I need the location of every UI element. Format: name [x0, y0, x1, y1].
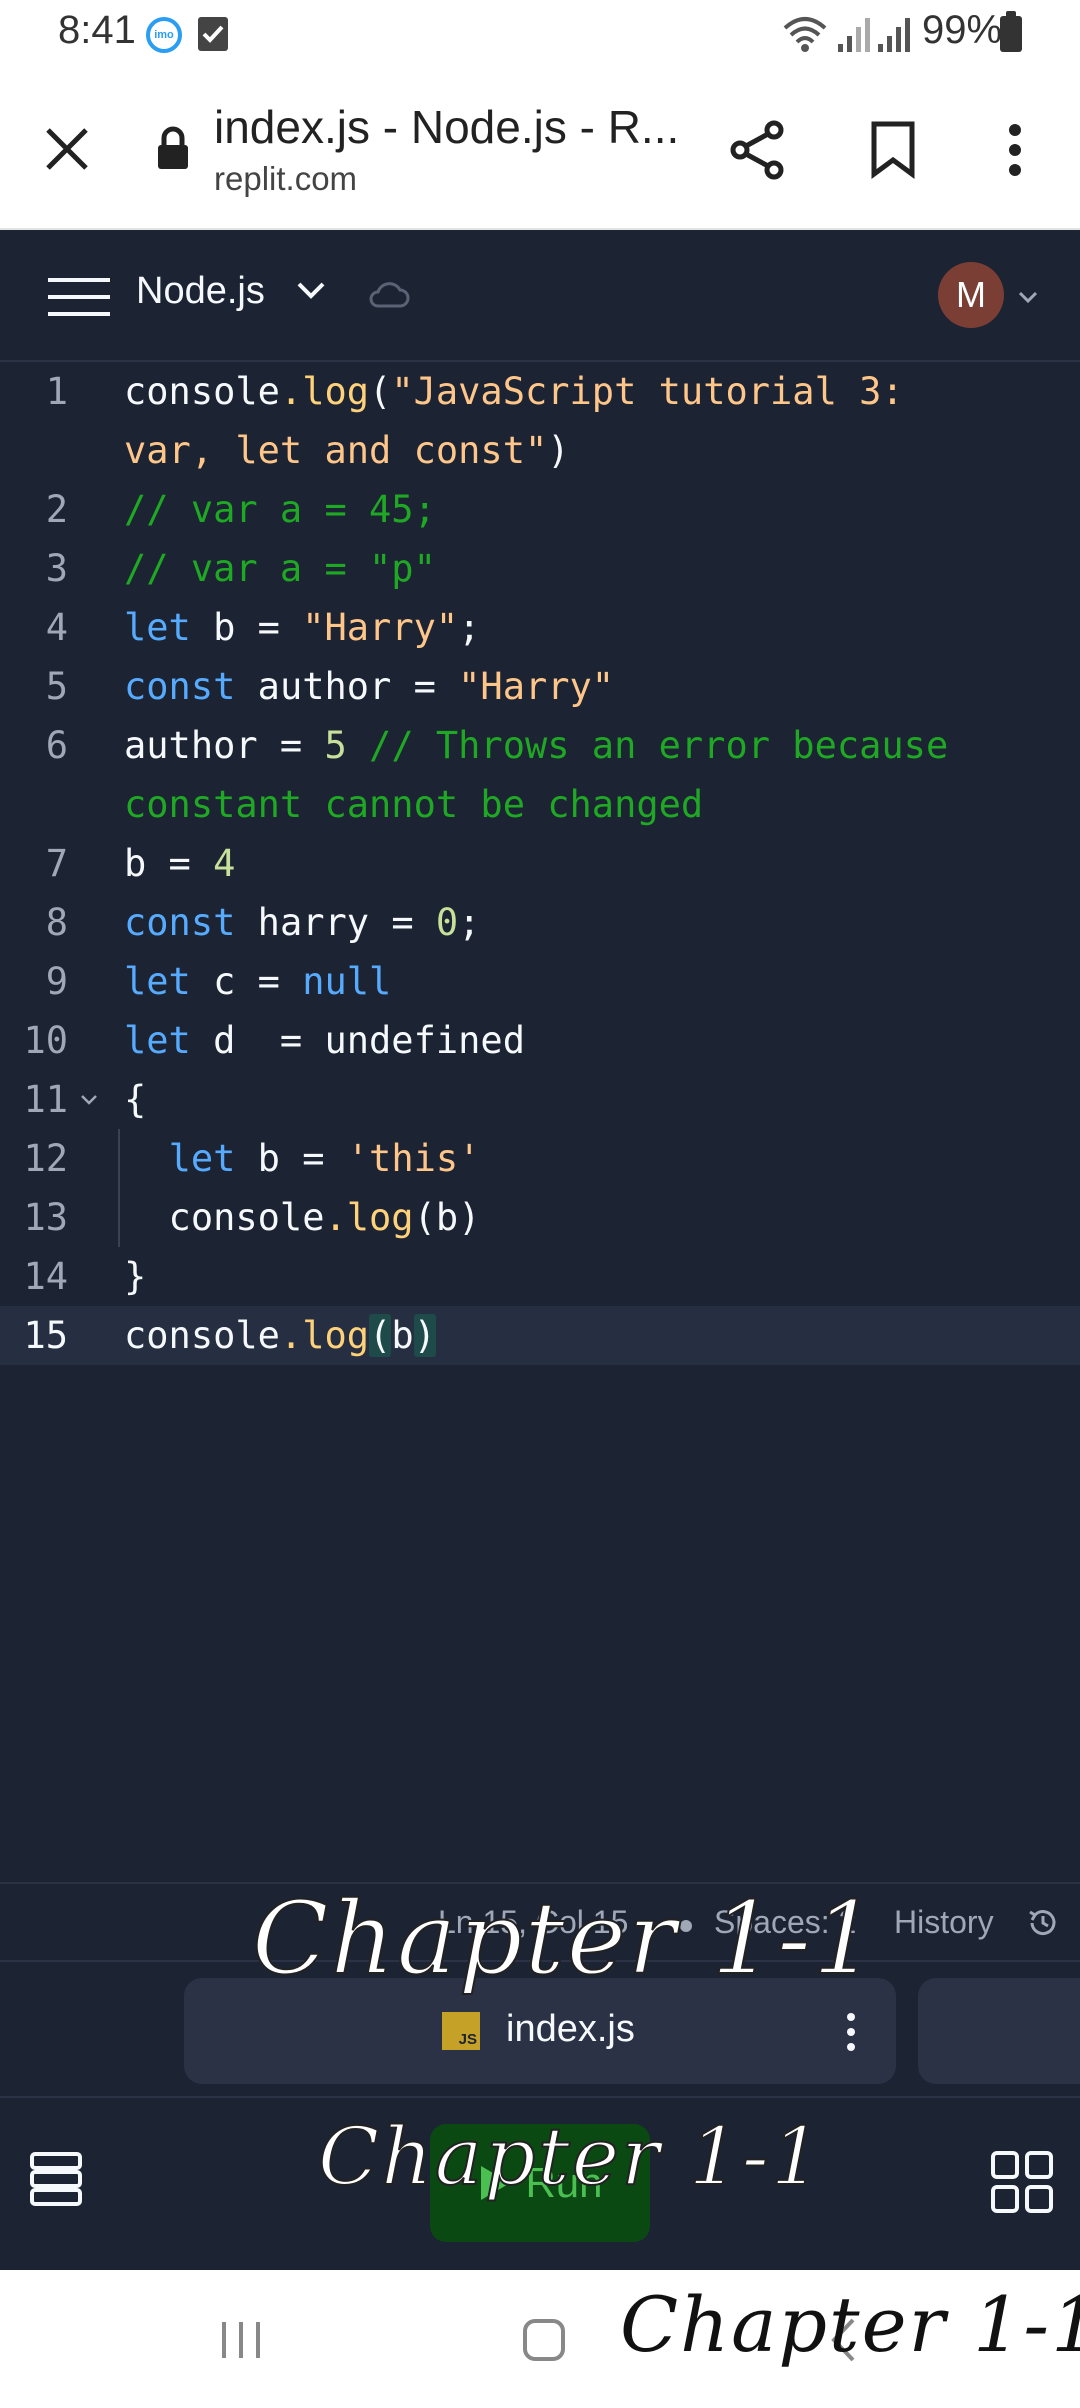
line-number: 6: [45, 724, 68, 767]
code-line[interactable]: 4 let b = "Harry";: [0, 598, 1080, 657]
code-line[interactable]: 3 // var a = "p": [0, 539, 1080, 598]
code-line[interactable]: 7 b = 4: [0, 834, 1080, 893]
code-text: author = 5 // Throws an error because: [124, 724, 949, 767]
recents-icon[interactable]: [218, 2320, 264, 2360]
code-line[interactable]: 13 console.log(b): [0, 1188, 1080, 1247]
tab-label: index.js: [506, 2008, 635, 2050]
cloud-icon: [369, 282, 410, 308]
line-number: 9: [45, 960, 68, 1003]
code-line[interactable]: 5 const author = "Harry": [0, 657, 1080, 716]
code-text: console.log(b): [124, 1196, 481, 1239]
history-icon[interactable]: [1026, 1906, 1060, 1940]
code-line[interactable]: 11 {: [0, 1070, 1080, 1129]
battery-percent: 99%: [922, 8, 1003, 52]
hamburger-menu-icon[interactable]: [48, 276, 110, 318]
bookmark-icon[interactable]: [870, 120, 916, 180]
code-text: // var a = "p": [124, 547, 436, 590]
share-icon[interactable]: [728, 120, 788, 180]
indent-guide: [118, 1188, 120, 1247]
page-url[interactable]: replit.com: [214, 160, 357, 198]
code-text: console.log("JavaScript tutorial 3:: [124, 370, 904, 413]
line-number: 12: [23, 1137, 68, 1180]
browser-toolbar: index.js - Node.js - R... replit.com: [0, 70, 1080, 230]
line-number: 8: [45, 901, 68, 944]
code-line[interactable]: 6 author = 5 // Throws an error because: [0, 716, 1080, 775]
code-line-wrapped[interactable]: var, let and const"): [0, 421, 1080, 480]
replit-header: Node.js M: [0, 232, 1080, 362]
code-line[interactable]: 9 let c = null: [0, 952, 1080, 1011]
file-tab-next[interactable]: [918, 1978, 1080, 2084]
fold-chevron-icon[interactable]: [80, 1094, 98, 1106]
code-editor[interactable]: 1 console.log("JavaScript tutorial 3: va…: [0, 362, 1080, 1882]
line-number: 15: [23, 1314, 68, 1357]
cell-signal-2-icon: [878, 18, 910, 52]
code-text: const harry = 0;: [124, 901, 481, 944]
code-line[interactable]: 12 let b = 'this': [0, 1129, 1080, 1188]
line-number: 11: [23, 1078, 68, 1121]
battery-icon: [1000, 11, 1022, 52]
code-text: var, let and const"): [124, 429, 570, 472]
line-number: 2: [45, 488, 68, 531]
page-title[interactable]: index.js - Node.js - R...: [214, 100, 679, 154]
line-number: 1: [45, 370, 68, 413]
imo-app-icon: imo: [146, 17, 182, 53]
code-text: b = 4: [124, 842, 236, 885]
code-text: {: [124, 1078, 147, 1121]
repl-name[interactable]: Node.js: [136, 270, 265, 313]
line-number: 10: [23, 1019, 68, 1062]
line-number: 13: [23, 1196, 68, 1239]
line-number: 3: [45, 547, 68, 590]
code-line[interactable]: 2 // var a = 45;: [0, 480, 1080, 539]
close-icon[interactable]: [44, 126, 90, 172]
checkbox-notification-icon: [198, 17, 228, 51]
line-number: 7: [45, 842, 68, 885]
code-text: let b = "Harry";: [124, 606, 481, 649]
line-number: 14: [23, 1255, 68, 1298]
code-text: constant cannot be changed: [124, 783, 704, 826]
code-line[interactable]: 14 }: [0, 1247, 1080, 1306]
files-stack-icon[interactable]: [28, 2150, 84, 2208]
indent-guide: [118, 1129, 120, 1188]
javascript-file-icon: JS: [442, 2012, 480, 2050]
code-text: let d = undefined: [124, 1019, 525, 1062]
avatar[interactable]: M: [938, 262, 1004, 328]
code-line[interactable]: 1 console.log("JavaScript tutorial 3:: [0, 362, 1080, 421]
avatar-chevron-down-icon[interactable]: [1018, 290, 1038, 304]
wifi-icon: [783, 17, 827, 52]
tab-more-vert-icon[interactable]: [844, 2012, 858, 2052]
code-line[interactable]: 10 let d = undefined: [0, 1011, 1080, 1070]
status-time: 8:41: [58, 8, 136, 52]
more-vert-icon[interactable]: [1000, 120, 1030, 180]
chevron-down-icon[interactable]: [296, 280, 326, 300]
code-text: let b = 'this': [168, 1137, 481, 1180]
code-text: console.log(b): [124, 1314, 436, 1357]
code-text: }: [124, 1255, 147, 1298]
watermark-chapter-label: Chapter 1-1: [620, 2280, 1080, 2369]
home-icon[interactable]: [522, 2318, 566, 2362]
code-text: let c = null: [124, 960, 392, 1003]
cell-signal-icon: [838, 18, 870, 52]
code-text: const author = "Harry": [124, 665, 615, 708]
code-line-wrapped[interactable]: constant cannot be changed: [0, 775, 1080, 834]
status-bar: 8:41 imo 99%: [0, 0, 1080, 70]
line-number: 5: [45, 665, 68, 708]
code-line[interactable]: 8 const harry = 0;: [0, 893, 1080, 952]
grid-tools-icon[interactable]: [990, 2150, 1054, 2214]
code-text: // var a = 45;: [124, 488, 436, 531]
lock-icon: [158, 126, 188, 169]
code-line-active[interactable]: 15 console.log(b): [0, 1306, 1080, 1365]
watermark-chapter-label: Chapter 1-1: [317, 2109, 824, 2204]
history-button[interactable]: History: [894, 1904, 994, 1941]
watermark-chapter-label: Chapter 1-1: [251, 1879, 879, 1998]
line-number: 4: [45, 606, 68, 649]
